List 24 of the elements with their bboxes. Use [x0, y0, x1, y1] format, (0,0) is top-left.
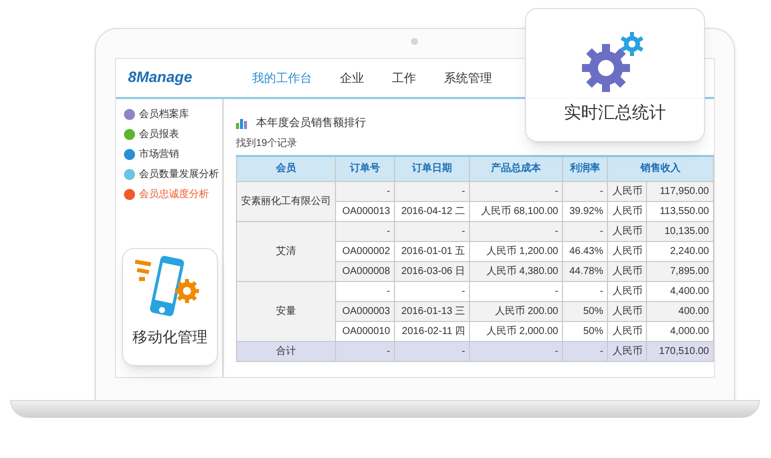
table-cell: -: [562, 342, 608, 362]
table-cell: 170,510.00: [646, 342, 714, 362]
member-cell: 安素丽化工有限公司: [236, 182, 336, 222]
table-cell: -: [336, 342, 395, 362]
table-cell: 合计: [236, 342, 336, 362]
sidebar-item[interactable]: 会员数量发展分析: [139, 167, 219, 182]
record-count: 找到19个记录: [236, 136, 298, 150]
sidebar-item[interactable]: 会员档案库: [139, 107, 189, 122]
sidebar-item[interactable]: 会员报表: [139, 127, 179, 142]
logo: 8Manage: [128, 68, 194, 88]
report-title: 本年度会员销售额排行: [256, 116, 366, 131]
table-cell: -: [470, 342, 563, 362]
nav-tab[interactable]: 工作: [392, 69, 416, 87]
table-cell: -: [394, 342, 470, 362]
bar-chart-icon: [236, 118, 248, 129]
sidebar-item[interactable]: 市场营销: [139, 147, 179, 162]
feature-label: 移动化管理: [132, 328, 208, 348]
member-cell: 安量: [236, 282, 336, 342]
table-cell: 人民币: [608, 342, 647, 362]
feature-label: 实时汇总统计: [564, 102, 666, 124]
nav-tab[interactable]: 系统管理: [444, 69, 492, 87]
nav-tab[interactable]: 我的工作台: [252, 69, 312, 87]
nav-tab[interactable]: 企业: [340, 69, 364, 87]
member-cell: 艾清: [236, 222, 336, 282]
